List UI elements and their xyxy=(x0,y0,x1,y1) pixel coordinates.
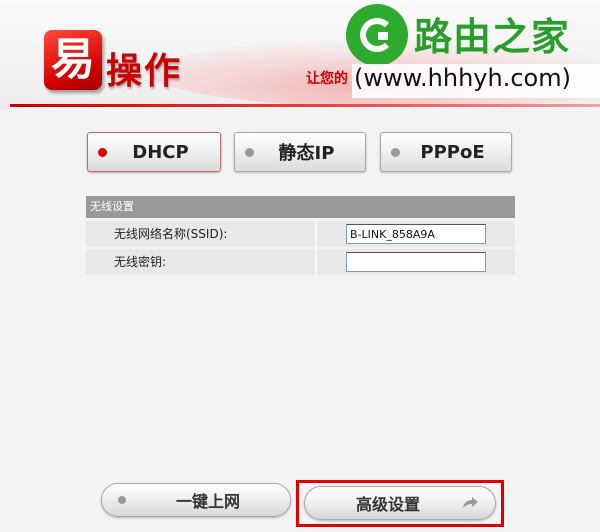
watermark-url: (www.hhhyh.com) xyxy=(354,64,571,92)
mode-button-label: DHCP xyxy=(132,141,189,163)
ssid-input[interactable] xyxy=(346,224,486,244)
wireless-key-field-cell xyxy=(317,249,515,275)
ssid-label: 无线网络名称(SSID): xyxy=(86,221,315,247)
ssid-row: 无线网络名称(SSID): xyxy=(86,221,515,247)
header-banner: 易 操作 让您的 路由之家 (www.hhhyh.com) xyxy=(0,0,600,110)
radio-dot-icon xyxy=(245,147,254,157)
mode-button-pppoe[interactable]: PPPoE xyxy=(380,132,512,172)
radio-dot-icon xyxy=(98,147,107,157)
watermark-title: 路由之家 xyxy=(414,15,571,59)
advanced-settings-label: 高级设置 xyxy=(355,495,420,514)
radio-dot-icon xyxy=(391,147,400,157)
mode-button-label: 静态IP xyxy=(278,143,335,164)
bullet-dot-icon xyxy=(118,496,126,504)
wireless-section-header: 无线设置 xyxy=(86,196,515,218)
advanced-settings-button[interactable]: 高级设置 xyxy=(304,486,496,520)
quick-connect-label: 一键上网 xyxy=(175,492,240,511)
quick-connect-button[interactable]: 一键上网 xyxy=(101,483,291,517)
logo-text: 操作 xyxy=(106,50,183,92)
watermark-logo-glyph xyxy=(360,18,394,52)
mode-button-static-ip[interactable]: 静态IP xyxy=(234,132,366,172)
ssid-field-cell xyxy=(317,221,515,247)
wireless-key-input[interactable] xyxy=(346,252,486,272)
watermark-logo-bar xyxy=(378,32,388,40)
arrow-right-icon xyxy=(463,497,478,508)
mode-button-label: PPPoE xyxy=(420,141,485,163)
header-slogan: 让您的 xyxy=(306,71,348,87)
wireless-key-label: 无线密钥: xyxy=(86,249,315,275)
wireless-key-row: 无线密钥: xyxy=(86,249,515,275)
mode-button-dhcp[interactable]: DHCP xyxy=(87,132,221,172)
logo-mark: 易 xyxy=(44,30,102,90)
